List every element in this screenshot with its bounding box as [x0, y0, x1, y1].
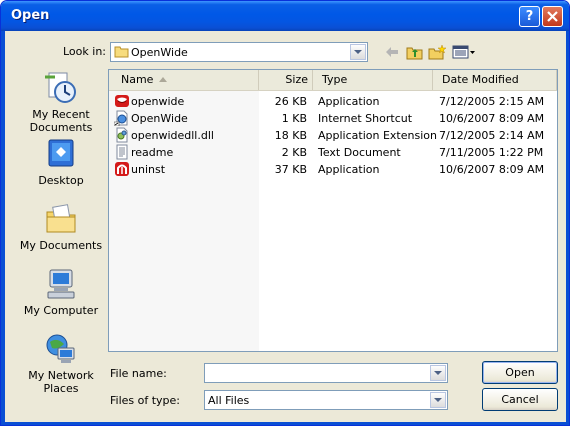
file-name-label: File name:	[110, 367, 167, 380]
look-in-dropdown[interactable]: OpenWide	[110, 42, 368, 62]
file-date: 10/6/2007 8:09 AM	[439, 112, 545, 125]
file-name-field[interactable]	[204, 363, 448, 383]
window-title: Open	[11, 8, 50, 23]
file-name: uninst	[131, 163, 166, 176]
back-button[interactable]	[383, 43, 401, 61]
file-name: OpenWide	[131, 112, 188, 125]
files-of-type-dropdown[interactable]: All Files	[204, 390, 448, 410]
app-mouth-icon	[115, 95, 129, 107]
file-name: openwidedll.dll	[131, 129, 214, 142]
file-date: 10/6/2007 8:09 AM	[439, 163, 545, 176]
file-size: 18 KB	[274, 129, 307, 142]
cancel-button-label: Cancel	[501, 393, 539, 406]
place-label-network-2: Places	[43, 382, 79, 395]
open-button[interactable]: Open	[482, 361, 558, 384]
file-name: readme	[131, 146, 174, 159]
new-folder-icon	[428, 44, 446, 60]
list-header: Name Size Type Date Modified	[109, 70, 557, 91]
file-size: 37 KB	[274, 163, 307, 176]
place-label-recent-1: My Recent	[32, 108, 90, 121]
file-type: Application	[318, 95, 380, 108]
title-bar[interactable]: Open ?	[1, 1, 569, 31]
new-folder-button[interactable]	[428, 43, 446, 61]
uninstall-icon	[115, 162, 129, 176]
my-computer-icon	[47, 269, 75, 299]
open-button-label: Open	[505, 366, 535, 379]
window-frame-bottom	[1, 422, 569, 425]
file-date: 7/12/2005 2:14 AM	[439, 129, 545, 142]
views-icon	[452, 45, 475, 59]
file-name-dropdown-arrow[interactable]	[430, 365, 446, 381]
place-my-network-places[interactable]: My Network Places	[19, 332, 103, 395]
cancel-button[interactable]: Cancel	[482, 388, 558, 411]
network-places-icon	[46, 334, 75, 363]
chevron-down-icon	[354, 49, 362, 54]
up-folder-icon	[406, 47, 422, 59]
column-header-date[interactable]: Date Modified	[433, 70, 557, 90]
column-header-date-label: Date Modified	[442, 73, 519, 86]
recent-documents-icon	[45, 72, 76, 103]
file-size: 1 KB	[281, 112, 307, 125]
chevron-down-icon	[434, 397, 442, 402]
file-size: 26 KB	[274, 95, 307, 108]
column-header-name[interactable]: Name	[109, 70, 259, 90]
files-of-type-value: All Files	[208, 394, 250, 407]
up-one-level-button[interactable]	[405, 43, 423, 61]
place-my-recent-documents[interactable]: My Recent Documents	[19, 71, 103, 134]
my-documents-icon	[46, 204, 76, 233]
table-row[interactable]: readme 2 KB Text Document 7/11/2005 1:22…	[109, 144, 557, 161]
file-name: openwide	[131, 95, 185, 108]
dll-icon	[116, 127, 128, 143]
files-of-type-label: Files of type:	[110, 394, 181, 407]
file-type: Application	[318, 163, 380, 176]
chevron-down-icon	[434, 370, 442, 375]
table-row[interactable]: uninst 37 KB Application 10/6/2007 8:09 …	[109, 161, 557, 178]
place-label-desktop: Desktop	[38, 174, 84, 187]
place-label-recent-2: Documents	[29, 121, 93, 134]
file-size: 2 KB	[281, 146, 307, 159]
file-date: 7/11/2005 1:22 PM	[439, 146, 544, 159]
file-type: Text Document	[318, 146, 401, 159]
back-arrow-icon	[386, 47, 398, 57]
close-icon	[547, 11, 558, 22]
place-label-my-documents: My Documents	[19, 239, 103, 252]
window-frame-right	[566, 31, 569, 425]
look-in-dropdown-arrow[interactable]	[350, 44, 366, 60]
place-label-my-computer: My Computer	[23, 304, 99, 317]
table-row[interactable]: openwide 26 KB Application 7/12/2005 2:1…	[109, 93, 557, 110]
place-label-network-1: My Network	[28, 369, 94, 382]
place-my-documents[interactable]: My Documents	[19, 202, 103, 252]
close-button[interactable]	[542, 6, 563, 27]
look-in-label: Look in:	[63, 45, 106, 58]
column-header-name-label: Name	[121, 73, 154, 86]
table-row[interactable]: OpenWide 1 KB Internet Shortcut 10/6/200…	[109, 110, 557, 127]
file-list[interactable]: Name Size Type Date Modified openwide 26…	[108, 69, 558, 352]
place-my-computer[interactable]: My Computer	[19, 267, 103, 317]
look-in-value: OpenWide	[131, 46, 188, 59]
column-header-type-label: Type	[322, 73, 348, 86]
file-date: 7/12/2005 2:15 AM	[439, 95, 545, 108]
help-button[interactable]: ?	[519, 6, 540, 27]
files-of-type-dropdown-arrow[interactable]	[430, 392, 446, 408]
file-type: Application Extension	[318, 129, 437, 142]
folder-icon	[114, 46, 129, 58]
window-frame-left	[1, 31, 5, 425]
column-header-type[interactable]: Type	[313, 70, 433, 90]
open-dialog: Open ? Look in: OpenWide My Recent Docum…	[0, 0, 570, 426]
file-type: Internet Shortcut	[318, 112, 413, 125]
sort-ascending-icon	[159, 77, 167, 82]
place-desktop[interactable]: Desktop	[19, 137, 103, 187]
column-header-size-label: Size	[285, 73, 308, 86]
text-document-icon	[116, 144, 128, 160]
table-row[interactable]: openwidedll.dll 18 KB Application Extens…	[109, 127, 557, 144]
internet-shortcut-icon	[114, 110, 128, 126]
column-header-size[interactable]: Size	[259, 70, 313, 90]
desktop-icon	[48, 139, 74, 167]
view-menu-button[interactable]	[451, 43, 477, 61]
